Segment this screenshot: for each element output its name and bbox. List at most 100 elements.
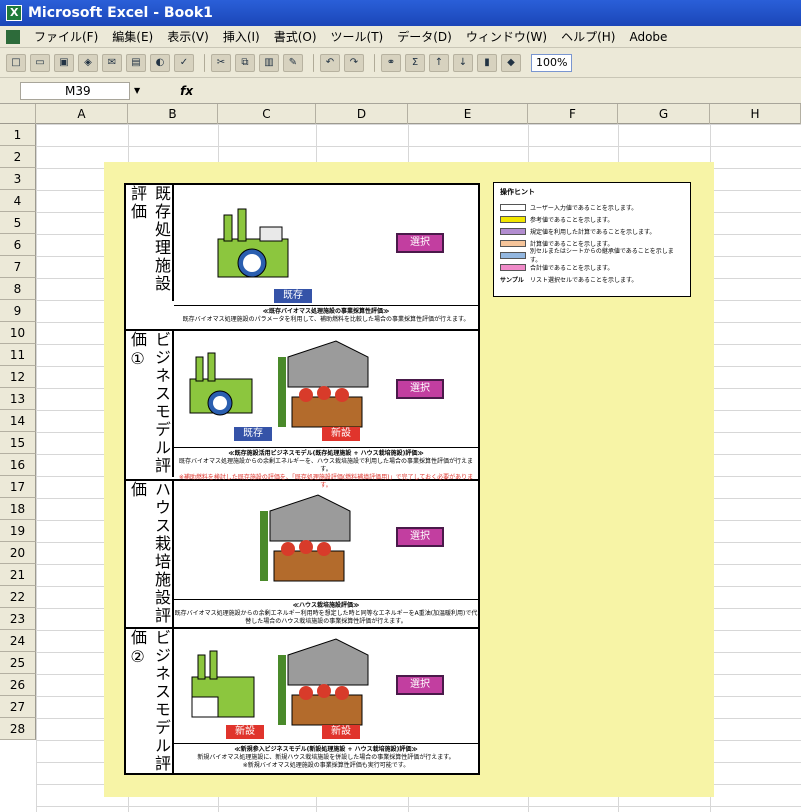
sort-descending-icon[interactable]: ↓	[453, 53, 473, 72]
hint-item: 参考値であることを示します。	[500, 213, 684, 225]
row-header-19[interactable]: 19	[0, 520, 36, 542]
hint-item: ユーザー入力値であることを示します。	[500, 201, 684, 213]
row-header-11[interactable]: 11	[0, 344, 36, 366]
col-header-b[interactable]: B	[128, 104, 218, 124]
spelling-icon[interactable]: ✓	[174, 53, 194, 72]
row-header-10[interactable]: 10	[0, 322, 36, 344]
caption-title: ≪ハウス栽培施設評価≫	[292, 602, 360, 609]
autosum-icon[interactable]: Σ	[405, 53, 425, 72]
row-header-13[interactable]: 13	[0, 388, 36, 410]
greenhouse-tomato-icon	[260, 494, 351, 582]
row-header-4[interactable]: 4	[0, 190, 36, 212]
function-icon[interactable]: fx	[180, 84, 193, 98]
menu-help[interactable]: ヘルプ(H)	[561, 28, 615, 45]
cut-icon[interactable]: ✂	[211, 53, 231, 72]
select-button-greenhouse[interactable]: 選択	[396, 527, 444, 547]
save-icon[interactable]: ▣	[54, 53, 74, 72]
hint-text: リスト選択セルであることを示します。	[530, 276, 638, 284]
hint-text: 別セルまたはシートからの継承値であることを示します。	[529, 248, 674, 264]
row-header-21[interactable]: 21	[0, 564, 36, 586]
menu-format[interactable]: 書式(O)	[274, 28, 317, 45]
menu-insert[interactable]: 挿入(I)	[223, 28, 260, 45]
row-header-14[interactable]: 14	[0, 410, 36, 432]
new-icon[interactable]: □	[6, 53, 26, 72]
row-header-3[interactable]: 3	[0, 168, 36, 190]
row-header-18[interactable]: 18	[0, 498, 36, 520]
col-header-e[interactable]: E	[408, 104, 528, 124]
window-title: Microsoft Excel - Book1	[28, 5, 213, 21]
hint-item: 規定値を利用した計算であることを示します。	[500, 225, 684, 237]
row-header-24[interactable]: 24	[0, 630, 36, 652]
menu-edit[interactable]: 編集(E)	[112, 28, 153, 45]
permission-icon[interactable]: ◈	[78, 53, 98, 72]
col-header-c[interactable]: C	[218, 104, 316, 124]
column-headers: A B C D E F G H	[0, 104, 801, 124]
greenhouse-tomato-icon	[278, 638, 369, 726]
menu-window[interactable]: ウィンドウ(W)	[466, 28, 547, 45]
name-box[interactable]: M39	[20, 81, 130, 100]
evaluation-menu-panel: 既存処理施設評価 既存 選択 ≪既存バイオマス処理施設の事業採算性評価≫ 既存バ…	[124, 183, 480, 775]
row-header-5[interactable]: 5	[0, 212, 36, 234]
row-header-27[interactable]: 27	[0, 696, 36, 718]
row-headers: 1 2 3 4 5 6 7 8 9 10 11 12 13 14 15 16 17 18 19 20 21 22 23 24 2…	[0, 124, 36, 740]
select-all-corner[interactable]	[0, 104, 36, 124]
row-header-25[interactable]: 25	[0, 652, 36, 674]
row-header-26[interactable]: 26	[0, 674, 36, 696]
sort-ascending-icon[interactable]: ↑	[429, 53, 449, 72]
menu-adobe[interactable]: Adobe	[629, 30, 667, 44]
row-header-16[interactable]: 16	[0, 454, 36, 476]
open-icon[interactable]: ▭	[30, 53, 50, 72]
menu-tools[interactable]: ツール(T)	[331, 28, 384, 45]
print-preview-icon[interactable]: ◐	[150, 53, 170, 72]
row-header-12[interactable]: 12	[0, 366, 36, 388]
row-header-20[interactable]: 20	[0, 542, 36, 564]
section-caption: ≪ハウス栽培施設評価≫ 既存バイオマス処理施設からの余剰エネルギー利用時を想定し…	[174, 599, 478, 626]
row-header-2[interactable]: 2	[0, 146, 36, 168]
row-header-17[interactable]: 17	[0, 476, 36, 498]
menu-view[interactable]: 表示(V)	[167, 28, 209, 45]
section-business-model-1: ビジネスモデル評価① 既存 新設 選択 ≪既存施設活用ビジネスモデル(既存処理施…	[126, 331, 478, 489]
caption-title: ≪既存バイオマス処理施設の事業採算性評価≫	[262, 308, 390, 315]
menu-data[interactable]: データ(D)	[397, 28, 452, 45]
undo-icon[interactable]: ↶	[320, 53, 340, 72]
col-header-d[interactable]: D	[316, 104, 408, 124]
row-header-22[interactable]: 22	[0, 586, 36, 608]
row-header-23[interactable]: 23	[0, 608, 36, 630]
format-painter-icon[interactable]: ✎	[283, 53, 303, 72]
caption-note: ※新規バイオマス処理施設の事業採算性評価も実行可能です。	[242, 762, 410, 769]
row-header-8[interactable]: 8	[0, 278, 36, 300]
name-box-dropdown-icon[interactable]: ▼	[134, 86, 140, 95]
row-header-6[interactable]: 6	[0, 234, 36, 256]
hint-color-swatch	[500, 263, 526, 271]
section-caption: ≪新規参入ビジネスモデル(新設処理施設 + ハウス栽培施設)評価≫ 新規バイオマ…	[174, 743, 478, 770]
col-header-g[interactable]: G	[618, 104, 710, 124]
col-header-f[interactable]: F	[528, 104, 618, 124]
menu-icon[interactable]	[6, 29, 20, 44]
menu-file[interactable]: ファイル(F)	[34, 28, 98, 45]
print-icon[interactable]: ▤	[126, 53, 146, 72]
hyperlink-icon[interactable]: ⚭	[381, 53, 401, 72]
col-header-h[interactable]: H	[710, 104, 801, 124]
select-button-existing-facility[interactable]: 選択	[396, 233, 444, 253]
select-button-business-model-2[interactable]: 選択	[396, 675, 444, 695]
paste-icon[interactable]: ▥	[259, 53, 279, 72]
redo-icon[interactable]: ↷	[344, 53, 364, 72]
caption-title: ≪既存施設活用ビジネスモデル(既存処理施設 + ハウス栽培施設)評価≫	[228, 450, 424, 457]
chart-wizard-icon[interactable]: ▮	[477, 53, 497, 72]
drawing-icon[interactable]: ◆	[501, 53, 521, 72]
formula-bar: M39 ▼ fx	[0, 78, 801, 104]
tag-new: 新設	[322, 725, 360, 739]
row-header-9[interactable]: 9	[0, 300, 36, 322]
email-icon[interactable]: ✉	[102, 53, 122, 72]
section-label: 既存処理施設評価	[126, 185, 174, 301]
select-button-business-model-1[interactable]: 選択	[396, 379, 444, 399]
row-header-1[interactable]: 1	[0, 124, 36, 146]
row-header-7[interactable]: 7	[0, 256, 36, 278]
zoom-select[interactable]: 100%	[531, 53, 573, 72]
section-caption: ≪既存バイオマス処理施設の事業採算性評価≫ 既存バイオマス処理施設のパラメータを…	[174, 305, 478, 324]
copy-icon[interactable]: ⧉	[235, 53, 255, 72]
col-header-a[interactable]: A	[36, 104, 128, 124]
row-header-15[interactable]: 15	[0, 432, 36, 454]
row-header-28[interactable]: 28	[0, 718, 36, 740]
hint-title: 操作ヒント	[500, 188, 535, 196]
